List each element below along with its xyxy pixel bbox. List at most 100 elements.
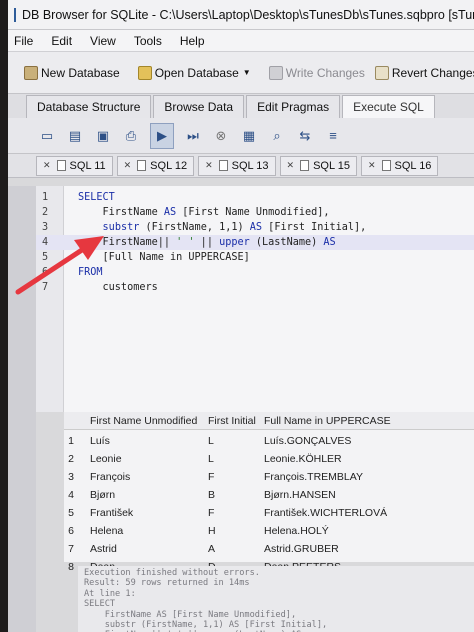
tab-edit-pragmas[interactable]: Edit Pragmas [246, 95, 341, 118]
code-line[interactable]: 6 FROM [36, 265, 474, 280]
document-icon [56, 160, 66, 171]
table-row[interactable]: 5 František F František.WICHTERLOVÁ [64, 504, 474, 522]
results-header: First Name Unmodified First Initial Full… [64, 412, 474, 430]
find-replace-icon[interactable]: ⇆ [296, 127, 314, 145]
line-number: 3 [42, 222, 49, 233]
table-cell[interactable]: Helena.HOLÝ [264, 522, 329, 540]
sql-tab[interactable]: ✕ SQL 15 [279, 155, 357, 176]
table-cell[interactable]: François.TREMBLAY [264, 468, 363, 486]
menu-edit[interactable]: Edit [51, 34, 72, 48]
open-database-icon [137, 65, 152, 80]
table-row[interactable]: 1 Luís L Luís.GONÇALVES [64, 432, 474, 450]
table-cell[interactable]: F [208, 468, 214, 486]
sql-tab[interactable]: ✕ SQL 12 [116, 155, 195, 176]
sql-editor[interactable]: 1 SELECT 2 FirstName AS [First Name Unmodi… [36, 186, 474, 412]
column-header[interactable]: Full Name in UPPERCASE [264, 415, 391, 427]
new-database-icon [24, 65, 38, 80]
window-title: DB Browser for SQLite - C:\Users\Laptop\… [22, 7, 474, 22]
code-line[interactable]: 3 substr (FirstName, 1,1) AS [First Init… [36, 220, 474, 235]
table-row[interactable]: 3 François F François.TREMBLAY [64, 468, 474, 486]
menu-file[interactable]: File [14, 34, 33, 48]
table-cell[interactable]: Bjørn [90, 486, 115, 504]
execute-all-icon[interactable]: ▶ [150, 122, 174, 149]
print-icon[interactable]: ⎙ [122, 127, 140, 145]
table-cell[interactable]: L [208, 432, 214, 450]
row-number: 4 [68, 489, 74, 501]
line-number: 5 [42, 252, 49, 263]
tab-browse-data[interactable]: Browse Data [153, 95, 245, 118]
table-row[interactable]: 6 Helena H Helena.HOLÝ [64, 522, 474, 540]
table-cell[interactable]: François [90, 468, 130, 486]
sql-tab[interactable]: ✕ SQL 16 [360, 155, 439, 176]
table-cell[interactable]: L [208, 450, 214, 468]
save-sql-file-icon[interactable]: ▣ [94, 127, 112, 145]
code-line[interactable]: 4 FirstName|| ' ' || upper (LastName) AS [36, 235, 474, 250]
line-number: 7 [42, 282, 49, 293]
close-icon[interactable]: ✕ [287, 160, 295, 171]
table-cell[interactable]: Leonie.KÖHLER [264, 450, 342, 468]
save-results-icon[interactable]: ▦ [240, 127, 258, 145]
table-cell[interactable]: Astrid [90, 540, 117, 558]
table-row[interactable]: 7 Astrid A Astrid.GRUBER [64, 540, 474, 558]
chevron-down-icon[interactable]: ▼ [243, 68, 251, 77]
table-cell[interactable]: Helena [90, 522, 123, 540]
code-text: SELECT [78, 190, 115, 205]
code-line[interactable]: 5 [Full Name in UPPERCASE] [36, 250, 474, 265]
table-cell[interactable]: Leonie [90, 450, 122, 468]
code-line[interactable]: 7 customers [36, 280, 474, 295]
code-line[interactable]: 2 FirstName AS [First Name Unmodified], [36, 205, 474, 220]
column-header[interactable]: First Initial [208, 415, 256, 427]
menu-tools[interactable]: Tools [134, 34, 162, 48]
table-row[interactable]: 2 Leonie L Leonie.KÖHLER [64, 450, 474, 468]
stop-icon[interactable]: ⊗ [212, 127, 230, 145]
code-token: FirstName [78, 207, 164, 218]
new-database-button[interactable]: New Database [24, 65, 120, 80]
code-token: FROM [78, 267, 103, 278]
code-text: [Full Name in UPPERCASE] [78, 250, 250, 265]
line-number: 6 [42, 267, 49, 278]
open-sql-file-icon[interactable]: ▤ [66, 127, 84, 145]
close-icon[interactable]: ✕ [205, 160, 213, 171]
tab-database-structure[interactable]: Database Structure [26, 95, 152, 118]
table-cell[interactable]: A [208, 540, 215, 558]
table-cell[interactable]: Bjørn.HANSEN [264, 486, 336, 504]
close-icon[interactable]: ✕ [368, 160, 376, 171]
open-tab-icon[interactable]: ▭ [38, 127, 56, 145]
open-database-button[interactable]: Open Database ▼ [137, 65, 251, 80]
column-header[interactable]: First Name Unmodified [90, 415, 197, 427]
code-text: FirstName|| ' ' || upper (LastName) AS [78, 235, 336, 250]
code-line[interactable]: 1 SELECT [36, 190, 474, 205]
row-number: 5 [68, 507, 74, 519]
results-grid[interactable]: First Name Unmodified First Initial Full… [64, 412, 474, 573]
table-cell[interactable]: František.WICHTERLOVÁ [264, 504, 387, 522]
code-token: SELECT [78, 192, 115, 203]
table-cell[interactable]: Luís [90, 432, 110, 450]
write-changes-button[interactable]: Write Changes [268, 65, 365, 80]
execute-line-icon[interactable]: ⏭ [184, 127, 202, 145]
table-cell[interactable]: H [208, 522, 216, 540]
table-cell[interactable]: Luís.GONÇALVES [264, 432, 351, 450]
code-token: ' ' [176, 237, 195, 248]
menu-bar: File Edit View Tools Help [8, 30, 474, 52]
sql-tab[interactable]: ✕ SQL 13 [198, 155, 276, 176]
table-row[interactable]: 4 Bjørn B Bjørn.HANSEN [64, 486, 474, 504]
tab-execute-sql[interactable]: Execute SQL [342, 95, 435, 118]
message-pane: Execution finished without errors. Resul… [78, 566, 474, 632]
comment-icon[interactable]: ≡ [324, 127, 342, 145]
close-icon[interactable]: ✕ [43, 160, 51, 171]
find-icon[interactable]: ⌕ [268, 127, 286, 145]
close-icon[interactable]: ✕ [124, 160, 132, 171]
table-cell[interactable]: Astrid.GRUBER [264, 540, 339, 558]
menu-help[interactable]: Help [180, 34, 205, 48]
table-cell[interactable]: F [208, 504, 214, 522]
document-icon [137, 160, 147, 171]
code-token: FirstName|| [78, 237, 177, 248]
code-text: FirstName AS [First Name Unmodified], [78, 205, 330, 220]
revert-changes-button[interactable]: Revert Changes [374, 65, 474, 80]
row-number: 3 [68, 471, 74, 483]
sql-tab[interactable]: ✕ SQL 11 [36, 155, 113, 176]
row-number: 6 [68, 525, 74, 537]
menu-view[interactable]: View [90, 34, 116, 48]
table-cell[interactable]: František [90, 504, 133, 522]
table-cell[interactable]: B [208, 486, 215, 504]
